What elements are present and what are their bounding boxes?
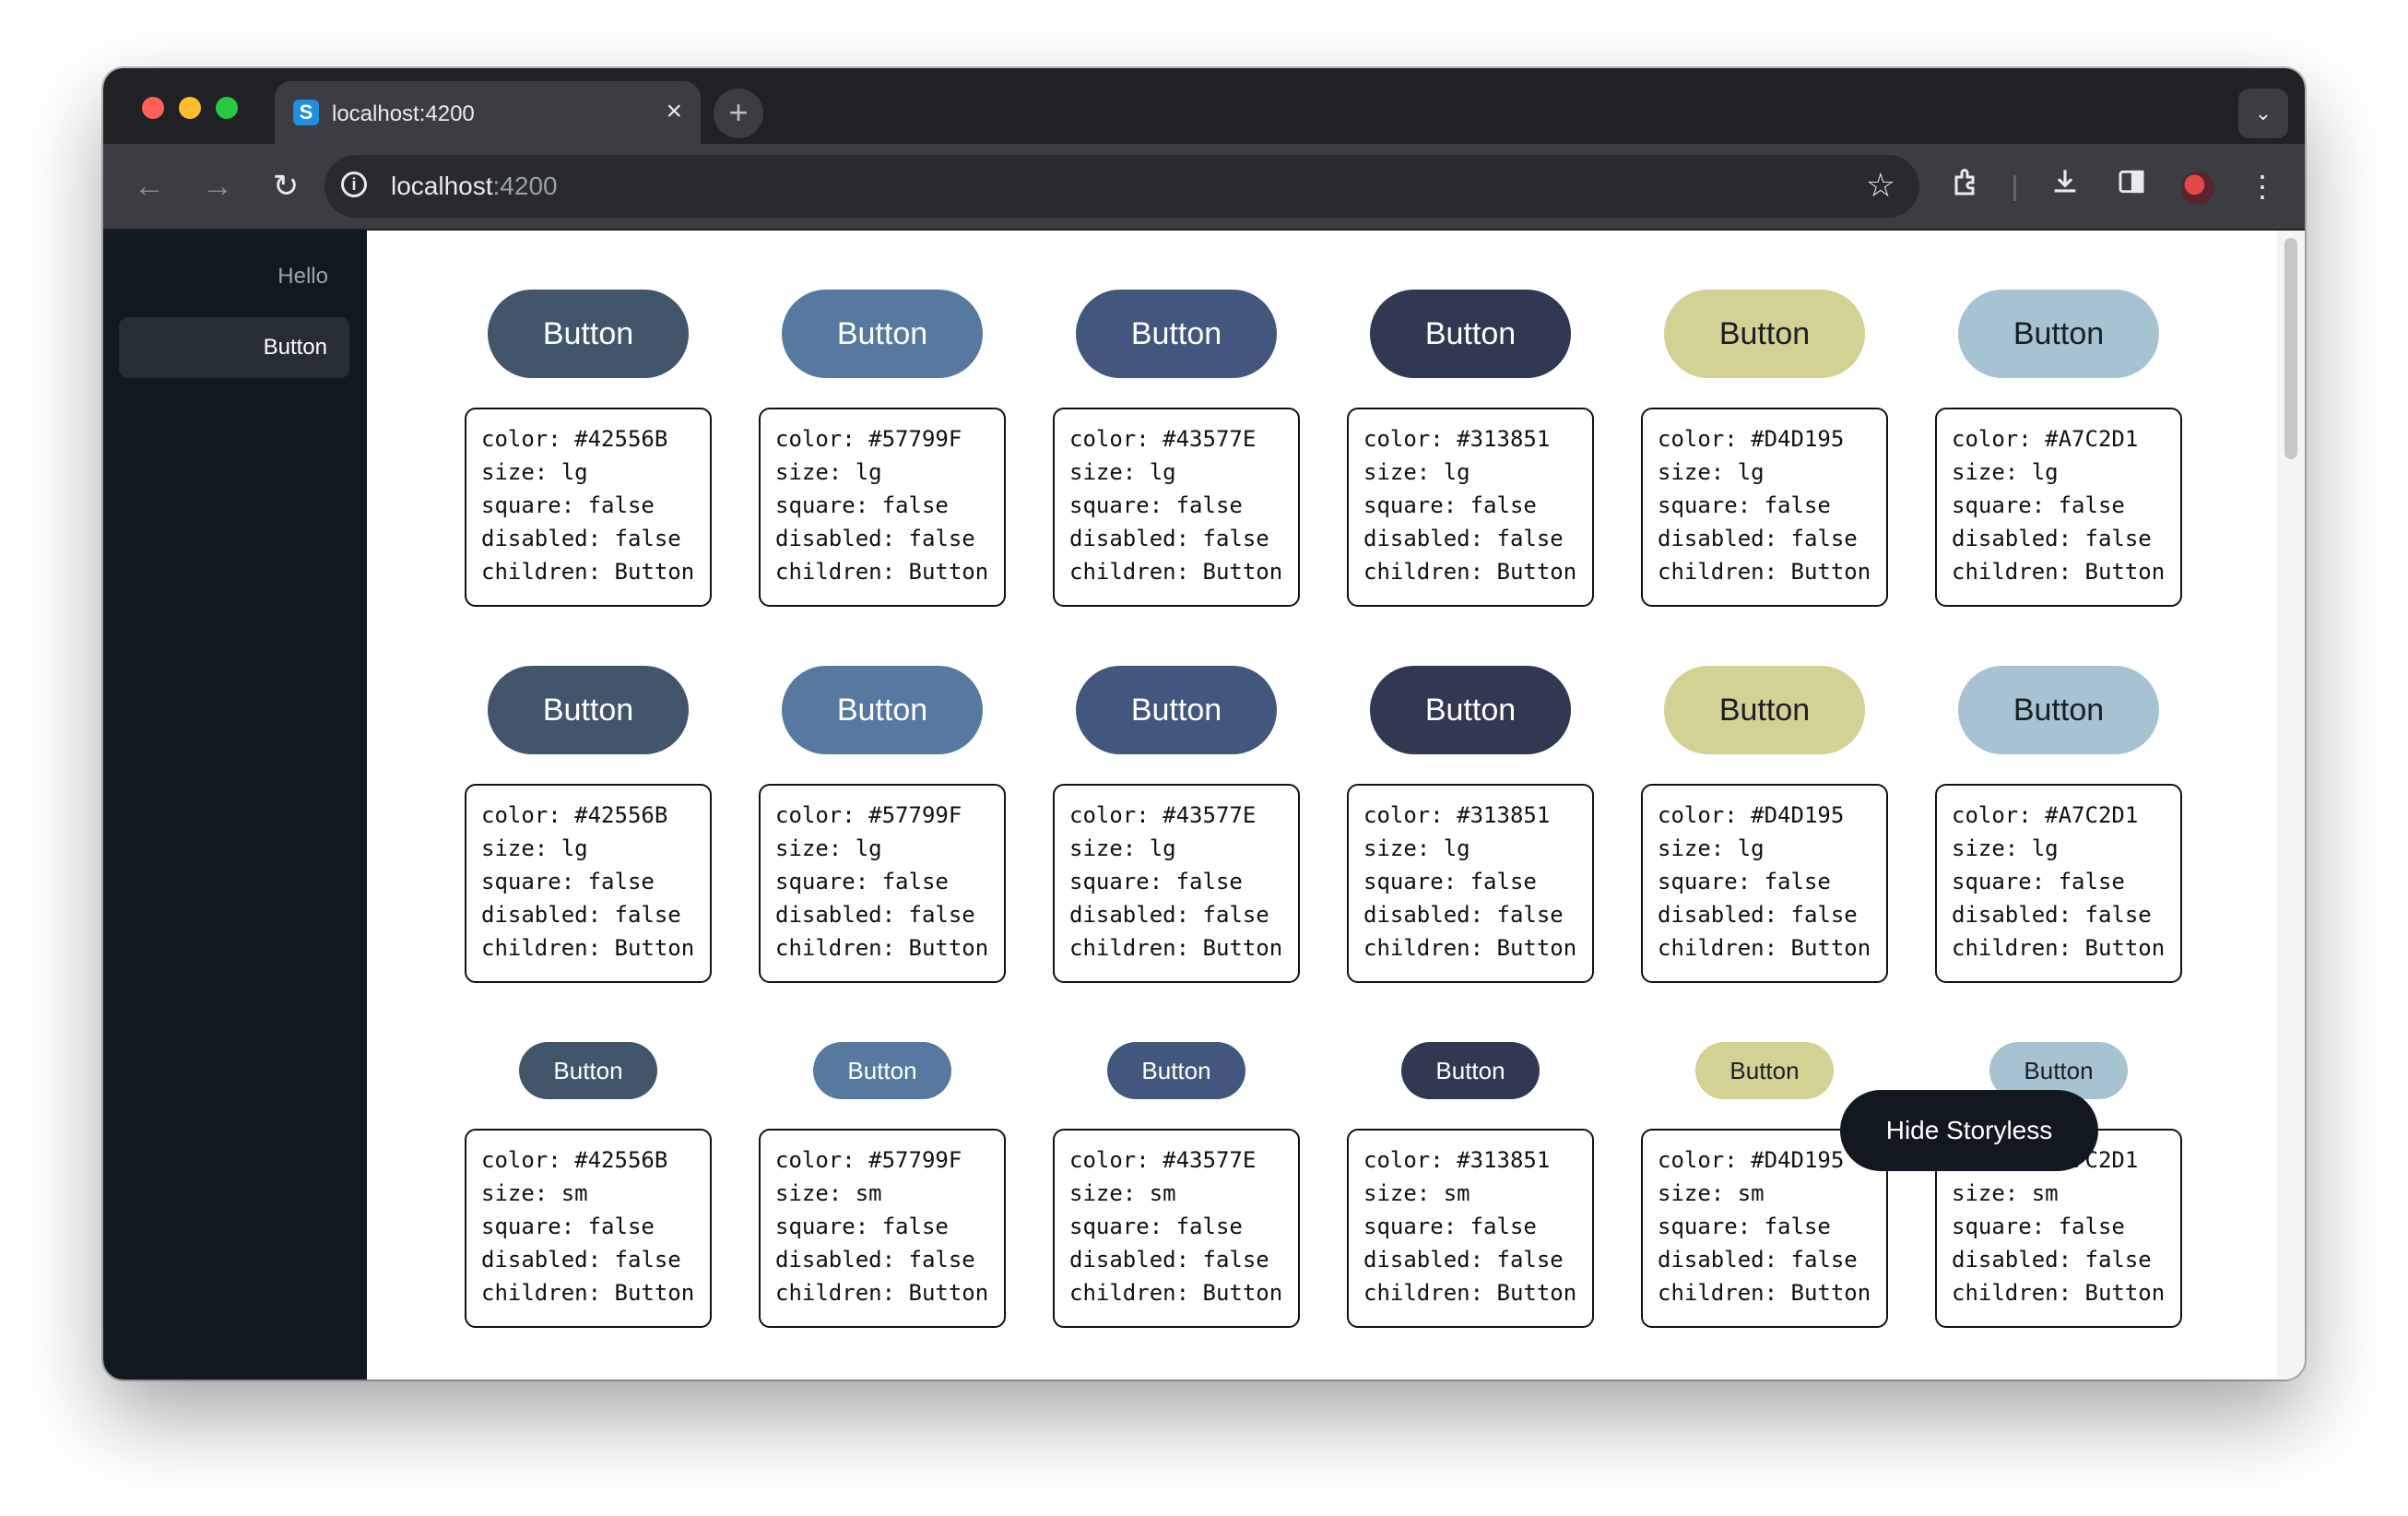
button-variants-grid: Button color: #42556B size: lg square: fa…	[465, 290, 2182, 1328]
close-window-button[interactable]	[142, 97, 164, 119]
story-cell: Button color: #42556B size: sm square: fa…	[465, 1042, 712, 1328]
story-cell: Button color: #43577E size: lg square: fa…	[1053, 666, 1300, 983]
browser-toolbar: ← → ↻ i localhost:4200 ☆ ⋮	[103, 144, 2305, 231]
props-info-box: color: #D4D195 size: lg square: false di…	[1641, 784, 1888, 983]
props-info-box: color: #A7C2D1 size: lg square: false di…	[1935, 784, 2182, 983]
props-info-box: color: #313851 size: lg square: false di…	[1347, 784, 1594, 983]
story-cell: Button color: #57799F size: lg square: fa…	[759, 290, 1006, 607]
story-cell: Button color: #D4D195 size: sm square: fa…	[1641, 1042, 1888, 1328]
new-tab-button[interactable]: +	[714, 89, 763, 138]
story-cell: Button color: #57799F size: sm square: fa…	[759, 1042, 1006, 1328]
sidebar-item-button[interactable]: Button	[119, 317, 349, 378]
more-menu-icon[interactable]: ⋮	[2242, 166, 2283, 207]
storybook-sidebar: Hello Button	[103, 231, 367, 1380]
preview-button[interactable]: Button	[1370, 290, 1571, 378]
preview-button[interactable]: Button	[1958, 290, 2159, 378]
preview-button[interactable]: Button	[1370, 666, 1571, 754]
story-cell: Button color: #42556B size: lg square: fa…	[465, 290, 712, 607]
bookmark-star-icon[interactable]: ☆	[1866, 166, 1895, 205]
close-tab-icon[interactable]: ×	[666, 96, 682, 127]
props-info-box: color: #D4D195 size: lg square: false di…	[1641, 408, 1888, 607]
props-info-box: color: #57799F size: sm square: false di…	[759, 1129, 1006, 1328]
side-panel-icon[interactable]	[2111, 166, 2152, 207]
story-cell: Button color: #A7C2D1 size: lg square: fa…	[1935, 290, 2182, 607]
props-info-box: color: #43577E size: lg square: false di…	[1053, 408, 1300, 607]
story-cell: Button color: #A7C2D1 size: lg square: fa…	[1935, 666, 2182, 983]
story-cell: Button color: #42556B size: lg square: fa…	[465, 666, 712, 983]
story-cell: Button color: #313851 size: lg square: fa…	[1347, 666, 1594, 983]
back-arrow-icon[interactable]: ←	[127, 164, 171, 208]
minimize-window-button[interactable]	[179, 97, 201, 119]
story-cell: Button color: #43577E size: lg square: fa…	[1053, 290, 1300, 607]
props-info-box: color: #43577E size: lg square: false di…	[1053, 784, 1300, 983]
url-port: :4200	[492, 172, 558, 200]
hide-storyless-button[interactable]: Hide Storyless	[1840, 1090, 2098, 1171]
download-icon[interactable]	[2045, 166, 2085, 207]
maximize-window-button[interactable]	[216, 97, 238, 119]
preview-button[interactable]: Button	[1958, 666, 2159, 754]
preview-button[interactable]: Button	[1664, 666, 1865, 754]
preview-button[interactable]: Button	[488, 290, 689, 378]
forward-arrow-icon[interactable]: →	[195, 164, 240, 208]
story-cell: Button color: #D4D195 size: lg square: fa…	[1641, 290, 1888, 607]
address-bar[interactable]: i localhost:4200 ☆	[325, 155, 1919, 218]
props-info-box: color: #313851 size: lg square: false di…	[1347, 408, 1594, 607]
tab-search-chevron-icon[interactable]: ⌄	[2238, 89, 2288, 138]
browser-window: S localhost:4200 × + ⌄ ← → ↻ i localhost…	[103, 68, 2305, 1380]
story-cell: Button color: #57799F size: lg square: fa…	[759, 666, 1006, 983]
props-info-box: color: #A7C2D1 size: lg square: false di…	[1935, 408, 2182, 607]
preview-button[interactable]: Button	[1076, 666, 1277, 754]
preview-button[interactable]: Button	[1401, 1042, 1540, 1099]
story-cell: Button color: #43577E size: sm square: fa…	[1053, 1042, 1300, 1328]
preview-button[interactable]: Button	[813, 1042, 951, 1099]
story-cell: Button color: #313851 size: lg square: fa…	[1347, 290, 1594, 607]
site-info-icon[interactable]: i	[341, 172, 367, 197]
tab-title: localhost:4200	[332, 101, 475, 126]
story-cell: Button color: #D4D195 size: lg square: fa…	[1641, 666, 1888, 983]
profile-avatar[interactable]	[2181, 172, 2214, 205]
preview-button[interactable]: Button	[1695, 1042, 1834, 1099]
preview-button[interactable]: Button	[519, 1042, 657, 1099]
url-host: localhost	[391, 172, 493, 200]
title-bar: S localhost:4200 × + ⌄	[103, 68, 2305, 144]
props-info-box: color: #57799F size: lg square: false di…	[759, 784, 1006, 983]
story-canvas: Button color: #42556B size: lg square: fa…	[367, 231, 2305, 1380]
reload-icon[interactable]: ↻	[264, 164, 308, 208]
preview-button[interactable]: Button	[782, 290, 983, 378]
storybook-favicon-icon: S	[293, 100, 319, 125]
preview-button[interactable]: Button	[488, 666, 689, 754]
extensions-icon[interactable]	[1947, 166, 1988, 207]
props-info-box: color: #43577E size: sm square: false di…	[1053, 1129, 1300, 1328]
preview-button[interactable]: Button	[1076, 290, 1277, 378]
scrollbar-thumb[interactable]	[2284, 238, 2297, 459]
preview-button[interactable]: Button	[782, 666, 983, 754]
preview-button[interactable]: Button	[1664, 290, 1865, 378]
props-info-box: color: #57799F size: lg square: false di…	[759, 408, 1006, 607]
story-cell: Button color: #313851 size: sm square: fa…	[1347, 1042, 1594, 1328]
url-text[interactable]: localhost:4200	[391, 172, 558, 201]
props-info-box: color: #313851 size: sm square: false di…	[1347, 1129, 1594, 1328]
toolbar-divider	[2013, 175, 2016, 201]
story-cell: Buttoncolor: #A7C2D1 size: sm square: fa…	[1935, 1042, 2182, 1328]
props-info-box: color: #42556B size: lg square: false di…	[465, 784, 712, 983]
scrollbar[interactable]	[2277, 231, 2305, 1380]
page-viewport: Hello Button Button color: #42556B size: …	[103, 231, 2305, 1380]
props-info-box: color: #42556B size: lg square: false di…	[465, 408, 712, 607]
preview-button[interactable]: Button	[1107, 1042, 1245, 1099]
props-info-box: color: #42556B size: sm square: false di…	[465, 1129, 712, 1328]
browser-tab[interactable]: S localhost:4200 ×	[275, 81, 701, 144]
sidebar-heading: Hello	[277, 264, 328, 289]
